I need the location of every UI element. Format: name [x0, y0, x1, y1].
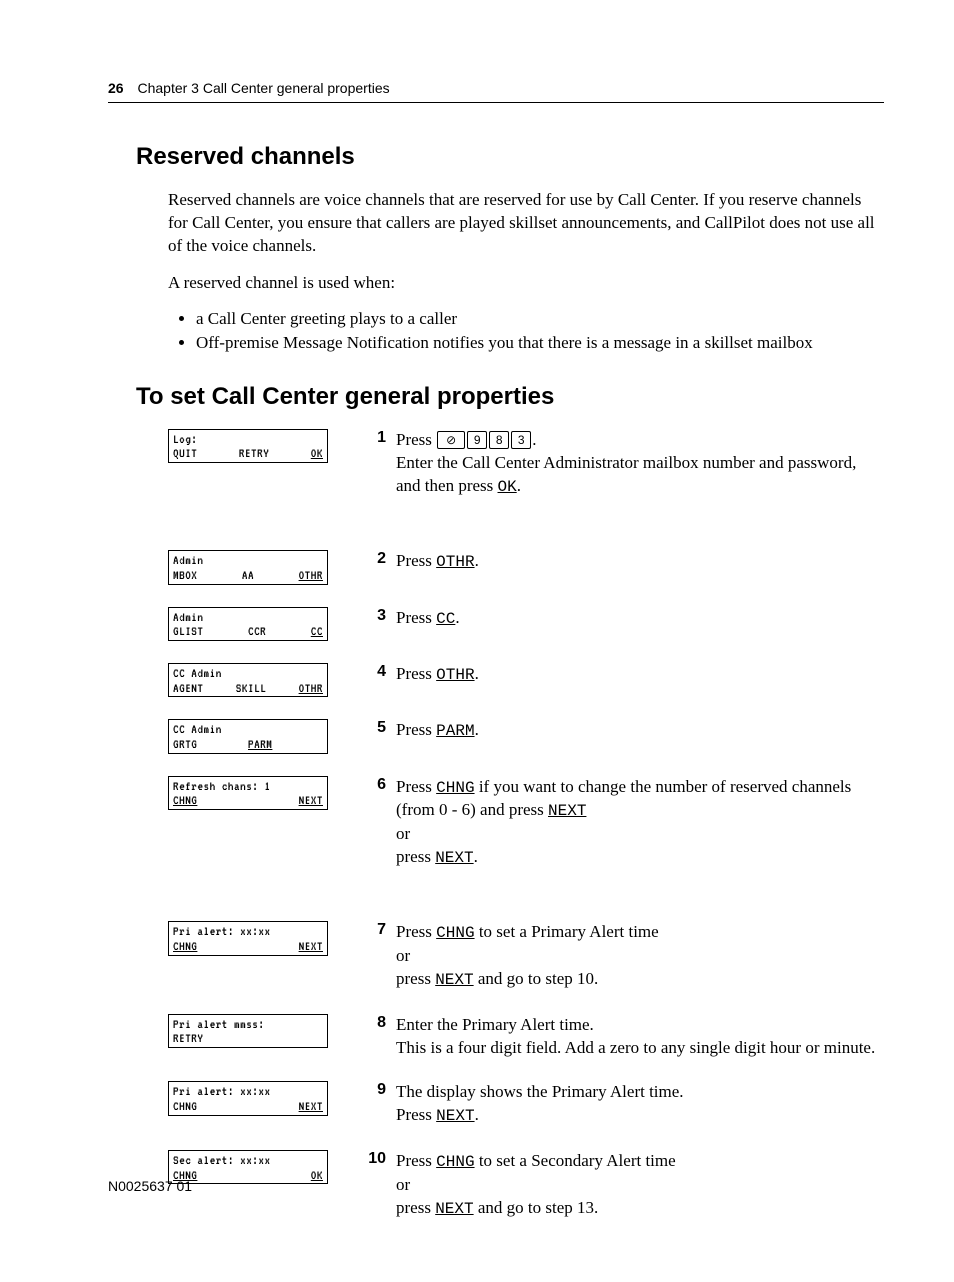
step-row: Pri alert: xx:xx CHNG NEXT 9 The display…: [168, 1081, 884, 1128]
page-number: 26: [108, 80, 124, 96]
lcd-display: Pri alert mmss: RETRY: [168, 1014, 328, 1048]
step-number: 8: [358, 1014, 386, 1032]
softkey: OTHR: [299, 568, 323, 583]
step-number: 3: [358, 607, 386, 625]
paragraph: Reserved channels are voice channels tha…: [168, 189, 884, 258]
lcd-display: Pri alert: xx:xx CHNG NEXT: [168, 921, 328, 955]
step-row: CC Admin GRTG PARM 5 Press PARM.: [168, 719, 884, 753]
softkey-ref: NEXT: [436, 1107, 474, 1125]
step-row: Admin GLIST CCR CC 3 Press CC.: [168, 607, 884, 641]
step-text: Enter the Primary Alert time. This is a …: [396, 1014, 884, 1060]
lcd-display: Refresh chans: 1 CHNG NEXT: [168, 776, 328, 810]
step-number: 4: [358, 663, 386, 681]
step-text: Press ⊘983. Enter the Call Center Admini…: [396, 429, 884, 498]
step-number: 9: [358, 1081, 386, 1099]
step-number: 5: [358, 719, 386, 737]
page-header: 26 Chapter 3 Call Center general propert…: [108, 80, 884, 103]
step-text: Press CHNG if you want to change the num…: [396, 776, 884, 870]
lcd-display: CC Admin AGENT SKILL OTHR: [168, 663, 328, 697]
softkey: RETRY: [173, 1031, 204, 1046]
softkey: OK: [311, 446, 323, 461]
paragraph: A reserved channel is used when:: [168, 272, 884, 295]
bullet-list: a Call Center greeting plays to a caller…: [168, 309, 884, 353]
step-row: Log: QUIT RETRY OK 1 Press ⊘983. Enter t…: [168, 429, 884, 498]
softkey-ref: OTHR: [436, 553, 474, 571]
softkey-ref: CHNG: [436, 779, 474, 797]
heading-set-properties: To set Call Center general properties: [136, 383, 884, 411]
heading-reserved-channels: Reserved channels: [136, 143, 884, 171]
step-row: Pri alert: xx:xx CHNG NEXT 7 Press CHNG …: [168, 921, 884, 991]
list-item: Off-premise Message Notification notifie…: [196, 333, 884, 353]
softkey: CHNG: [173, 1099, 197, 1114]
step-text: Press CHNG to set a Primary Alert time o…: [396, 921, 884, 991]
feature-key-icon: ⊘: [437, 431, 465, 449]
softkey-ref: NEXT: [435, 849, 473, 867]
softkey-ref: NEXT: [548, 802, 586, 820]
step-text: Press OTHR.: [396, 663, 884, 687]
softkey: CCR: [248, 624, 266, 639]
softkey: QUIT: [173, 446, 197, 461]
softkey-ref: PARM: [436, 722, 474, 740]
softkey-ref: NEXT: [435, 971, 473, 989]
step-number: 1: [358, 429, 386, 447]
softkey: RETRY: [239, 446, 270, 461]
lcd-display: CC Admin GRTG PARM: [168, 719, 328, 753]
softkey: AGENT: [173, 681, 204, 696]
softkey-ref: OK: [498, 478, 517, 496]
softkey: NEXT: [299, 793, 323, 808]
softkey: PARM: [248, 737, 272, 752]
softkey-ref: NEXT: [435, 1200, 473, 1218]
step-row: Refresh chans: 1 CHNG NEXT 6 Press CHNG …: [168, 776, 884, 870]
step-number: 7: [358, 921, 386, 939]
step-row: Sec alert: xx:xx CHNG OK 10 Press CHNG t…: [168, 1150, 884, 1220]
softkey: GRTG: [173, 737, 197, 752]
step-text: Press OTHR.: [396, 550, 884, 574]
step-text: Press CC.: [396, 607, 884, 631]
keycap: 9: [467, 431, 487, 449]
softkey-ref: CC: [436, 610, 455, 628]
softkey: CC: [311, 624, 323, 639]
step-text: Press CHNG to set a Secondary Alert time…: [396, 1150, 884, 1220]
chapter-title: Chapter 3 Call Center general properties: [137, 80, 389, 96]
softkey: SKILL: [236, 681, 267, 696]
keycap: 3: [511, 431, 531, 449]
lcd-display: Admin MBOX AA OTHR: [168, 550, 328, 584]
softkey-ref: OTHR: [436, 666, 474, 684]
softkey: MBOX: [173, 568, 197, 583]
step-row: Pri alert mmss: RETRY 8 Enter the Primar…: [168, 1014, 884, 1060]
softkey: AA: [242, 568, 254, 583]
step-text: The display shows the Primary Alert time…: [396, 1081, 884, 1128]
softkey-ref: CHNG: [436, 924, 474, 942]
step-row: CC Admin AGENT SKILL OTHR 4 Press OTHR.: [168, 663, 884, 697]
softkey: GLIST: [173, 624, 204, 639]
lcd-display: Log: QUIT RETRY OK: [168, 429, 328, 463]
softkey: OK: [311, 1168, 323, 1183]
list-item: a Call Center greeting plays to a caller: [196, 309, 884, 329]
softkey: OTHR: [299, 681, 323, 696]
softkey: CHNG: [173, 793, 197, 808]
keycap: 8: [489, 431, 509, 449]
softkey: CHNG: [173, 939, 197, 954]
step-number: 2: [358, 550, 386, 568]
lcd-display: Pri alert: xx:xx CHNG NEXT: [168, 1081, 328, 1115]
softkey: NEXT: [299, 1099, 323, 1114]
step-number: 6: [358, 776, 386, 794]
lcd-display: Admin GLIST CCR CC: [168, 607, 328, 641]
footer-docnum: N0025637 01: [108, 1178, 192, 1194]
step-row: Admin MBOX AA OTHR 2 Press OTHR.: [168, 550, 884, 584]
softkey-ref: CHNG: [436, 1153, 474, 1171]
step-number: 10: [358, 1150, 386, 1168]
softkey: NEXT: [299, 939, 323, 954]
step-text: Press PARM.: [396, 719, 884, 743]
